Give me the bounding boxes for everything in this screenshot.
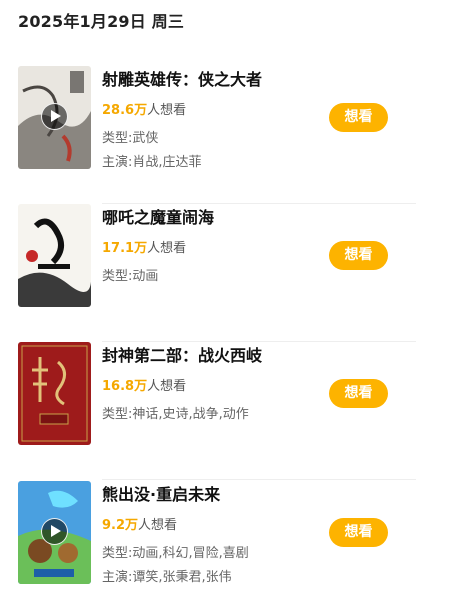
want-suffix: 人想看 — [138, 518, 178, 533]
movie-genre: 类型:动画 — [102, 269, 159, 284]
movie-title[interactable]: 熊出没·重启未来 — [102, 481, 220, 505]
want-count: 16.8万人想看 — [102, 375, 186, 394]
movie-card[interactable]: 哪吒之魔童闹海 17.1万人想看 类型:动画 想看 — [18, 204, 416, 342]
date-header: 2025年1月29日 周三 — [18, 12, 185, 31]
movie-genre: 类型:动画,科幻,冒险,喜剧 — [102, 546, 249, 561]
want-count: 17.1万人想看 — [102, 237, 186, 256]
movie-cast: 主演:谭笑,张秉君,张伟 — [102, 570, 232, 585]
movie-genre: 类型:神话,史诗,战争,动作 — [102, 407, 249, 422]
movie-cast: 主演:肖战,庄达菲 — [102, 155, 202, 170]
movie-title[interactable]: 哪吒之魔童闹海 — [102, 204, 214, 228]
want-button[interactable]: 想看 — [329, 103, 388, 132]
want-count: 28.6万人想看 — [102, 99, 186, 118]
want-button[interactable]: 想看 — [329, 241, 388, 270]
movie-card[interactable]: 封神第二部：战火西岐 16.8万人想看 类型:神话,史诗,战争,动作 想看 — [18, 342, 416, 480]
play-icon[interactable] — [41, 518, 68, 545]
want-button[interactable]: 想看 — [329, 518, 388, 547]
want-number: 9.2万 — [102, 518, 139, 533]
movie-poster[interactable] — [18, 204, 91, 307]
want-number: 16.8万 — [102, 379, 148, 394]
want-number: 28.6万 — [102, 103, 148, 118]
movie-card[interactable]: 熊出没·重启未来 9.2万人想看 类型:动画,科幻,冒险,喜剧 主演:谭笑,张秉… — [18, 481, 416, 590]
divider — [102, 479, 416, 480]
want-count: 9.2万人想看 — [102, 514, 177, 533]
play-icon[interactable] — [41, 103, 68, 130]
want-suffix: 人想看 — [147, 103, 187, 118]
movie-card[interactable]: 射雕英雄传：侠之大者 28.6万人想看 类型:武侠 主演:肖战,庄达菲 想看 — [18, 66, 416, 204]
want-suffix: 人想看 — [147, 241, 187, 256]
movie-poster[interactable] — [18, 66, 91, 169]
want-number: 17.1万 — [102, 241, 148, 256]
want-button[interactable]: 想看 — [329, 379, 388, 408]
movie-title[interactable]: 射雕英雄传：侠之大者 — [102, 66, 262, 90]
movie-poster[interactable] — [18, 481, 91, 584]
movie-genre: 类型:武侠 — [102, 131, 159, 146]
movie-title[interactable]: 封神第二部：战火西岐 — [102, 342, 262, 366]
movie-poster[interactable] — [18, 342, 91, 445]
want-suffix: 人想看 — [147, 379, 187, 394]
